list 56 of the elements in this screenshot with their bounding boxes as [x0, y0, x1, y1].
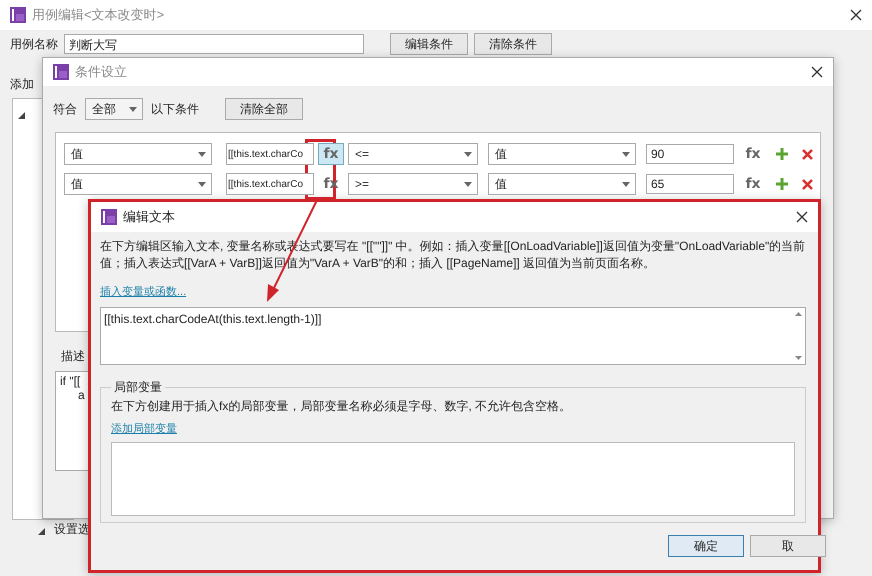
- value-field[interactable]: 65: [646, 174, 734, 194]
- caret-icon: [198, 152, 206, 157]
- close-icon[interactable]: [811, 66, 823, 78]
- operator-dropdown[interactable]: <=: [348, 143, 478, 165]
- caret-icon: [464, 152, 472, 157]
- match-dropdown[interactable]: 全部: [85, 98, 143, 120]
- delete-icon[interactable]: [802, 178, 813, 190]
- value-field[interactable]: 90: [646, 144, 734, 164]
- expand-icon[interactable]: [18, 112, 25, 119]
- toolbar-button[interactable]: 清除条件: [474, 33, 552, 55]
- caret-icon: [198, 182, 206, 187]
- target-dropdown[interactable]: 值: [488, 143, 636, 165]
- scroll-down-icon[interactable]: [794, 356, 802, 360]
- expression-field[interactable]: [[this.text.charCo: [226, 143, 314, 165]
- dialog-button[interactable]: 确定: [668, 535, 744, 557]
- close-icon[interactable]: [796, 211, 808, 223]
- match-suffix-label: 以下条件: [151, 100, 199, 118]
- window-title: 用例编辑<文本改变时>: [32, 6, 166, 24]
- caret-icon: [129, 107, 137, 112]
- dialog-title: 编辑文本: [123, 208, 176, 226]
- app-logo-icon: [53, 64, 69, 80]
- scroll-up-icon[interactable]: [794, 312, 802, 316]
- insert-variable-link[interactable]: 插入变量或函数...: [100, 284, 186, 299]
- match-label: 符合: [53, 100, 77, 118]
- group-legend: 局部变量: [111, 379, 165, 396]
- case-name-label: 用例名称: [10, 36, 58, 52]
- source-dropdown[interactable]: 值: [64, 143, 212, 165]
- target-dropdown[interactable]: 值: [488, 173, 636, 195]
- app-logo-icon: [10, 7, 26, 23]
- app-logo-icon: [101, 209, 117, 225]
- delete-icon[interactable]: [802, 148, 813, 160]
- source-dropdown[interactable]: 值: [64, 173, 212, 195]
- text-editor[interactable]: [[this.text.charCodeAt(this.text.length-1)]]: [100, 307, 806, 365]
- fx-button[interactable]: fx: [740, 143, 766, 165]
- dialog-button[interactable]: 取: [750, 535, 826, 557]
- hint-text: 在下方创建用于插入fx的局部变量，局部变量名称必须是字母、数字, 不允许包含空格。: [111, 399, 572, 413]
- description-line: a: [77, 388, 86, 402]
- operator-dropdown[interactable]: >=: [348, 173, 478, 195]
- fx-button[interactable]: fx: [740, 173, 766, 195]
- add-variable-link[interactable]: 添加局部变量: [111, 421, 177, 436]
- add-icon[interactable]: [776, 148, 788, 160]
- description-label: 描述: [61, 349, 85, 363]
- expression-field[interactable]: [[this.text.charCo: [226, 173, 314, 195]
- caret-icon: [464, 182, 472, 187]
- window-title: 条件设立: [75, 63, 128, 81]
- fx-button[interactable]: fx: [318, 143, 344, 165]
- add-icon[interactable]: [776, 178, 788, 190]
- case-name-field[interactable]: 判断大写: [64, 34, 364, 54]
- expand-icon[interactable]: [38, 528, 45, 535]
- caret-icon: [622, 152, 630, 157]
- description-line: if "[[: [60, 374, 82, 388]
- clear-all-button[interactable]: 清除全部: [225, 98, 303, 120]
- toolbar-button[interactable]: 编辑条件: [390, 33, 468, 55]
- caret-icon: [622, 182, 630, 187]
- section-label: 添加: [10, 76, 34, 93]
- close-icon[interactable]: [850, 9, 862, 21]
